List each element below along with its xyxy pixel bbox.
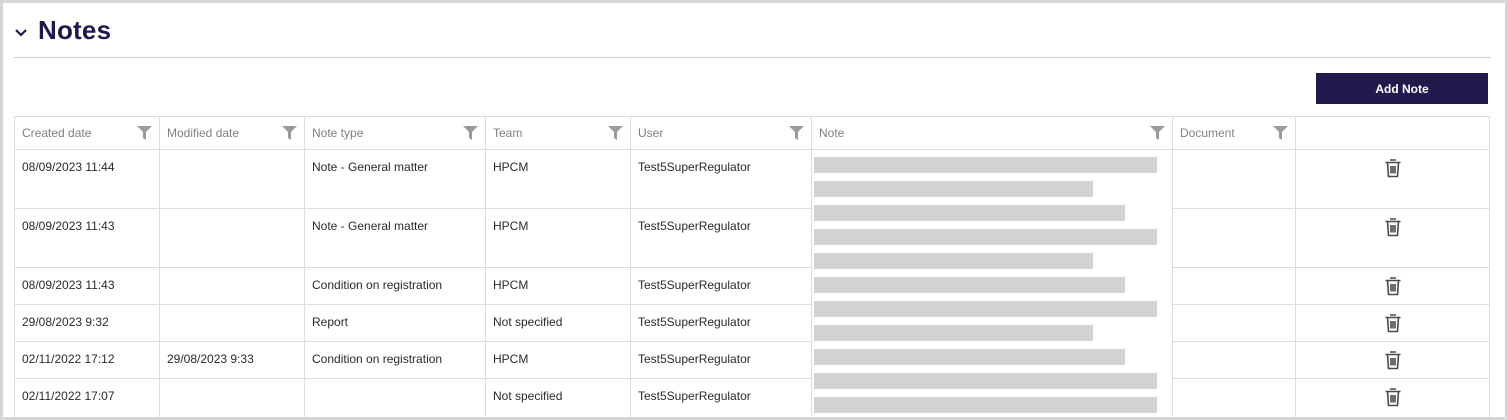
cell-note-type: [304, 378, 486, 417]
cell-modified-date: [159, 304, 305, 342]
cell-actions: [1295, 267, 1490, 305]
filter-icon[interactable]: [137, 126, 152, 140]
table-row[interactable]: 02/11/2022 17:12 29/08/2023 9:33 Conditi…: [14, 341, 1490, 379]
redacted-note-text: [814, 397, 1157, 413]
cell-document: [1172, 267, 1296, 305]
cell-document: [1172, 208, 1296, 268]
cell-team: HPCM: [485, 341, 631, 379]
cell-modified-date: 29/08/2023 9:33: [159, 341, 305, 379]
redacted-note-text: [814, 181, 1093, 197]
trash-icon[interactable]: [1384, 276, 1402, 296]
cell-created-date: 02/11/2022 17:12: [14, 341, 160, 379]
cell-modified-date: [159, 267, 305, 305]
filter-icon[interactable]: [1273, 126, 1288, 140]
cell-team: HPCM: [485, 149, 631, 209]
table-row[interactable]: 08/09/2023 11:44 Note - General matter H…: [14, 149, 1490, 209]
cell-modified-date: [159, 149, 305, 209]
redacted-note-text: [814, 253, 1093, 269]
trash-icon[interactable]: [1384, 313, 1402, 333]
cell-actions: [1295, 341, 1490, 379]
section-title: Notes: [38, 14, 112, 45]
cell-actions: [1295, 149, 1490, 209]
trash-icon[interactable]: [1384, 387, 1402, 407]
filter-icon[interactable]: [282, 126, 297, 140]
column-header-created-date[interactable]: Created date: [14, 116, 160, 150]
cell-team: HPCM: [485, 267, 631, 305]
cell-created-date: 08/09/2023 11:44: [14, 149, 160, 209]
redacted-note-text: [814, 157, 1157, 173]
section-header: Notes: [14, 3, 1491, 58]
redacted-note-text: [814, 325, 1093, 341]
cell-team: Not specified: [485, 304, 631, 342]
filter-icon[interactable]: [789, 126, 804, 140]
cell-user: Test5SuperRegulator: [630, 208, 812, 268]
filter-icon[interactable]: [463, 126, 478, 140]
cell-document: [1172, 378, 1296, 417]
cell-created-date: 08/09/2023 11:43: [14, 208, 160, 268]
cell-document: [1172, 341, 1296, 379]
cell-user: Test5SuperRegulator: [630, 267, 812, 305]
redacted-note-text: [814, 373, 1157, 389]
cell-note-type: Condition on registration: [304, 267, 486, 305]
cell-modified-date: [159, 208, 305, 268]
cell-user: Test5SuperRegulator: [630, 304, 812, 342]
cell-created-date: 29/08/2023 9:32: [14, 304, 160, 342]
cell-note-type: Report: [304, 304, 486, 342]
chevron-down-icon[interactable]: [14, 22, 36, 44]
cell-actions: [1295, 208, 1490, 268]
add-note-button[interactable]: Add Note: [1316, 73, 1488, 104]
cell-team: HPCM: [485, 208, 631, 268]
filter-icon[interactable]: [1150, 126, 1165, 140]
cell-created-date: 02/11/2022 17:07: [14, 378, 160, 417]
cell-created-date: 08/09/2023 11:43: [14, 267, 160, 305]
cell-document: [1172, 304, 1296, 342]
cell-user: Test5SuperRegulator: [630, 378, 812, 417]
cell-modified-date: [159, 378, 305, 417]
filter-icon[interactable]: [608, 126, 623, 140]
column-header-team[interactable]: Team: [485, 116, 631, 150]
cell-note-type: Note - General matter: [304, 208, 486, 268]
notes-table: Created date Modified date Note type Tea…: [14, 116, 1490, 417]
cell-note-type: Condition on registration: [304, 341, 486, 379]
column-header-modified-date[interactable]: Modified date: [159, 116, 305, 150]
table-row[interactable]: 08/09/2023 11:43 Condition on registrati…: [14, 267, 1490, 305]
cell-note-type: Note - General matter: [304, 149, 486, 209]
column-header-actions: [1295, 116, 1490, 150]
column-header-note[interactable]: Note: [811, 116, 1173, 150]
trash-icon[interactable]: [1384, 350, 1402, 370]
cell-actions: [1295, 304, 1490, 342]
trash-icon[interactable]: [1384, 217, 1402, 237]
trash-icon[interactable]: [1384, 158, 1402, 178]
cell-document: [1172, 149, 1296, 209]
notes-panel: Notes Add Note Created date Modified dat…: [3, 3, 1505, 417]
cell-user: Test5SuperRegulator: [630, 149, 812, 209]
table-header-row: Created date Modified date Note type Tea…: [14, 116, 1490, 150]
cell-user: Test5SuperRegulator: [630, 341, 812, 379]
redacted-note-text: [814, 349, 1125, 365]
table-row[interactable]: 29/08/2023 9:32 Report Not specified Tes…: [14, 304, 1490, 342]
column-header-user[interactable]: User: [630, 116, 812, 150]
table-row[interactable]: 08/09/2023 11:43 Note - General matter H…: [14, 208, 1490, 268]
redacted-note-text: [814, 301, 1157, 317]
table-row[interactable]: 02/11/2022 17:07 Not specified Test5Supe…: [14, 378, 1490, 417]
column-header-document[interactable]: Document: [1172, 116, 1296, 150]
redacted-note-text: [814, 205, 1125, 221]
cell-team: Not specified: [485, 378, 631, 417]
redacted-note-text: [814, 277, 1125, 293]
cell-actions: [1295, 378, 1490, 417]
column-header-note-type[interactable]: Note type: [304, 116, 486, 150]
redacted-note-text: [814, 229, 1157, 245]
